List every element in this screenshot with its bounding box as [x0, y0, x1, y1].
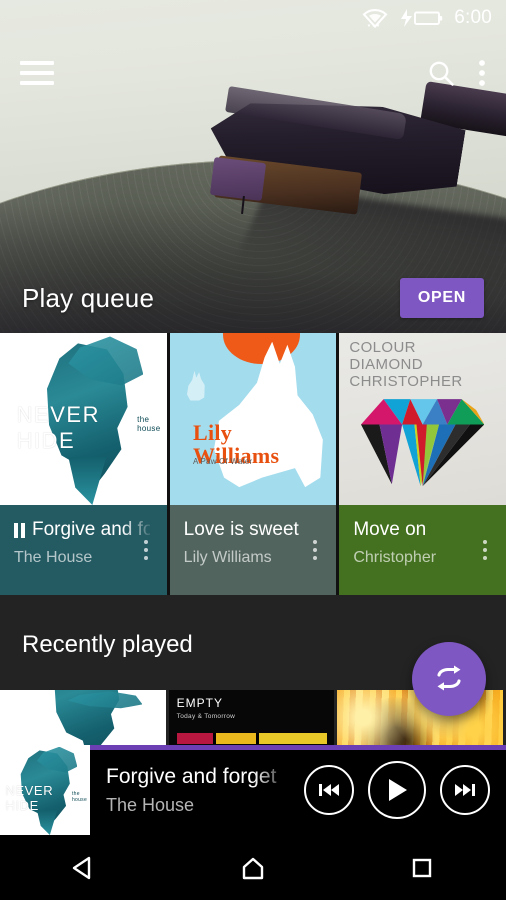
- queue-tile-footer: Move on Christopher: [339, 505, 506, 595]
- queue-tile[interactable]: Lily Williams A Paw Of Water Love is swe…: [169, 333, 337, 595]
- wifi-icon: [362, 8, 388, 28]
- skip-previous-icon[interactable]: [304, 765, 354, 815]
- album-art-subtitle: A Paw Of Water: [193, 456, 253, 466]
- search-icon[interactable]: [426, 58, 456, 88]
- clock: 6:00: [454, 7, 492, 28]
- album-art-never-hide: NEVER HIDE the house: [0, 333, 167, 505]
- recent-item[interactable]: [0, 690, 166, 750]
- queue-tile-overflow-icon[interactable]: [135, 537, 157, 563]
- queue-track-title: Love is sweet: [183, 519, 299, 540]
- skip-next-icon[interactable]: [440, 765, 490, 815]
- now-playing-artist: The House: [106, 794, 195, 815]
- album-art-subtitle: the house: [137, 414, 161, 433]
- queue-track-artist: Lily Williams: [183, 549, 272, 566]
- queue-track-artist: The House: [14, 549, 93, 566]
- album-art-lily-williams: Lily Williams A Paw Of Water: [169, 333, 337, 505]
- pause-icon: [14, 522, 25, 538]
- play-icon[interactable]: [368, 761, 426, 819]
- section-title: Recently played: [22, 631, 193, 658]
- queue-track-title-row: Move on: [353, 519, 490, 541]
- queue-tile-footer: Forgive and forget The House: [0, 505, 167, 595]
- overflow-menu-icon[interactable]: [478, 58, 486, 88]
- queue-track-title-row: Forgive and forget: [14, 519, 151, 541]
- album-art-subtitle: the house: [71, 790, 88, 803]
- now-playing-meta[interactable]: Forgive and forget The House: [90, 765, 304, 816]
- app-bar: [0, 40, 506, 106]
- queue-track-title: Move on: [353, 519, 427, 540]
- album-art-title: NEVER HIDE: [16, 401, 100, 453]
- diamond-icon: [361, 390, 485, 490]
- queue-tile-footer: Love is sweet Lily Williams: [169, 505, 337, 595]
- recent-album-title: EMPTY: [176, 696, 224, 710]
- open-queue-button[interactable]: OPEN: [399, 278, 484, 318]
- status-bar: 6:00: [0, 0, 506, 36]
- shuffle-repeat-fab[interactable]: [412, 642, 486, 716]
- now-playing-album-art[interactable]: NEVER HIDE the house: [0, 745, 90, 835]
- music-app-screen: Play queue OPEN 6:00 NEVER HIDE the hous…: [0, 0, 506, 900]
- hamburger-menu-icon[interactable]: [20, 61, 54, 85]
- recently-played-section: Recently played EMPTY Today & Tomorrow: [0, 595, 506, 750]
- repeat-icon: [437, 665, 461, 691]
- album-art-title: NEVER HIDE: [5, 782, 54, 813]
- mini-player: NEVER HIDE the house Forgive and forget …: [0, 745, 506, 835]
- battery-charging-icon: [401, 9, 443, 27]
- album-art-colour-diamond: COLOUR DIAMOND CHRISTOPHER: [339, 333, 506, 505]
- queue-tile[interactable]: NEVER HIDE the house Forgive and forget …: [0, 333, 167, 595]
- back-triangle-icon[interactable]: [54, 835, 114, 900]
- album-art-title: COLOUR DIAMOND CHRISTOPHER: [349, 338, 463, 390]
- system-navigation-bar: [0, 835, 506, 900]
- queue-track-title-row: Love is sweet: [184, 519, 321, 541]
- queue-track-title: Forgive and forget: [32, 519, 150, 540]
- now-playing-title: Forgive and forget: [106, 764, 277, 788]
- recent-album-subtitle: Today & Tomorrow: [176, 713, 236, 720]
- play-queue-tiles: NEVER HIDE the house Forgive and forget …: [0, 333, 506, 595]
- recents-square-icon[interactable]: [392, 835, 452, 900]
- queue-track-artist: Christopher: [353, 549, 437, 566]
- playback-controls: [304, 761, 506, 819]
- play-queue-header: Play queue OPEN: [0, 263, 506, 333]
- home-icon[interactable]: [223, 835, 283, 900]
- queue-tile-overflow-icon[interactable]: [474, 537, 496, 563]
- queue-tile[interactable]: COLOUR DIAMOND CHRISTOPHER Move on Chris…: [339, 333, 506, 595]
- queue-tile-overflow-icon[interactable]: [304, 537, 326, 563]
- recent-item[interactable]: EMPTY Today & Tomorrow: [168, 690, 335, 750]
- page-title: Play queue: [22, 282, 155, 313]
